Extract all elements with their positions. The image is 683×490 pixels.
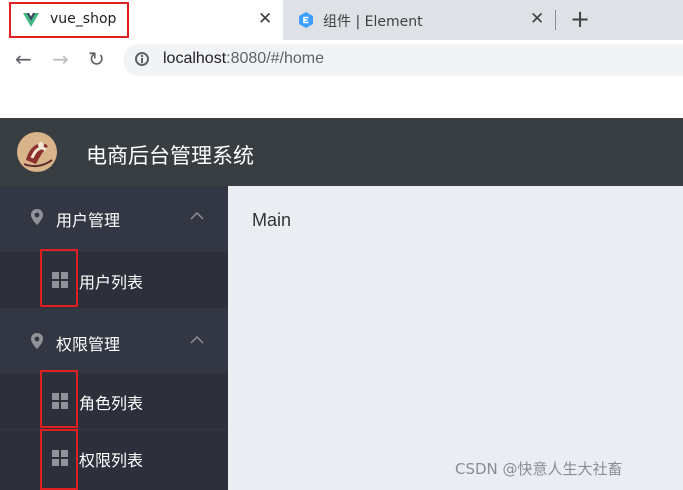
tab-close-icon[interactable]: ✕	[258, 9, 272, 29]
url-text: localhost:8080/#/home	[163, 50, 325, 67]
main-text: Main	[252, 210, 292, 230]
tab-close-icon[interactable]: ✕	[530, 9, 544, 29]
annotation-box	[40, 429, 78, 490]
annotation-box	[40, 370, 78, 428]
location-pin-icon	[31, 209, 43, 225]
forward-arrow-icon[interactable]: →	[52, 48, 69, 70]
app-title: 电商后台管理系统	[86, 144, 254, 168]
back-arrow-icon[interactable]: ←	[15, 48, 32, 70]
watermark: CSDN @快意人生大社畜	[455, 460, 623, 478]
address-bar[interactable]: localhost:8080/#/home	[123, 44, 683, 76]
chevron-up-icon[interactable]	[190, 336, 204, 344]
menu-user-management[interactable]: 用户管理	[0, 186, 228, 248]
tab-element[interactable]: 组件 | Element ✕	[283, 0, 553, 40]
sidebar-item-label: 用户列表	[79, 273, 144, 292]
menu-label: 用户管理	[56, 211, 121, 230]
app-header: 电商后台管理系统	[0, 118, 683, 186]
location-pin-icon	[31, 333, 43, 349]
element-logo-icon	[299, 12, 313, 28]
tab-title: 组件 | Element	[323, 14, 423, 30]
menu-label: 权限管理	[56, 335, 121, 354]
tab-separator	[555, 10, 556, 30]
menu-permission-management[interactable]: 权限管理	[0, 310, 228, 372]
site-info-icon[interactable]	[135, 52, 149, 66]
chevron-up-icon[interactable]	[190, 212, 204, 220]
reload-icon[interactable]: ↻	[88, 48, 105, 70]
annotation-box	[40, 249, 78, 307]
new-tab-button[interactable]: +	[570, 6, 590, 32]
sidebar-item-label: 权限列表	[79, 451, 144, 470]
sidebar: 用户管理 用户列表 权限管理 角色列表 权限列表	[0, 186, 228, 490]
main-content: Main	[228, 186, 683, 490]
sidebar-item-label: 角色列表	[79, 394, 144, 413]
logo-icon	[17, 132, 57, 172]
annotation-box	[9, 2, 129, 38]
sidebar-item-role-list[interactable]: 角色列表	[0, 373, 228, 429]
sidebar-item-user-list[interactable]: 用户列表	[0, 252, 228, 308]
sidebar-item-permission-list[interactable]: 权限列表	[0, 430, 228, 490]
